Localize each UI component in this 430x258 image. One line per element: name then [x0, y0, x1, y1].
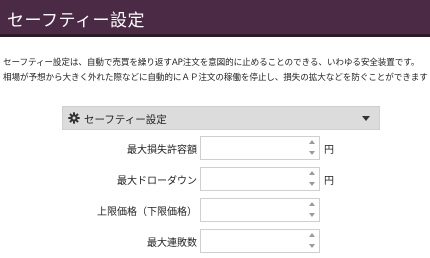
max-losing-streak-spinner	[306, 231, 318, 251]
max-loss-field	[200, 136, 320, 160]
price-limit-field	[200, 198, 320, 222]
max-drawdown-field	[200, 167, 320, 191]
max-loss-spinner	[306, 138, 318, 158]
panel-title: セーフティー設定	[84, 114, 167, 126]
description-line-2: 相場が予想から大きく外れた際などに自動的にＡＰ注文の稼働を停止し、損失の拡大など…	[3, 73, 428, 83]
increment-icon[interactable]	[306, 231, 318, 241]
max-loss-input[interactable]	[201, 137, 299, 159]
price-limit-input[interactable]	[201, 199, 299, 221]
max-loss-label: 最大損失許容額	[127, 145, 197, 156]
description-line-1: セーフティー設定は、自動で売買を繰り返すAP注文を意図的に止めることのできる、い…	[3, 58, 420, 68]
row-price-limit: 上限価格（下限価格）	[62, 198, 380, 222]
decrement-icon[interactable]	[306, 210, 318, 220]
max-losing-streak-input[interactable]	[201, 230, 299, 252]
max-drawdown-label: 最大ドローダウン	[117, 176, 197, 187]
collapse-arrow-icon[interactable]	[362, 116, 370, 121]
max-drawdown-unit: 円	[324, 176, 334, 187]
decrement-icon[interactable]	[306, 148, 318, 158]
panel-header[interactable]: セーフティー設定	[62, 106, 380, 130]
max-losing-streak-label: 最大連敗数	[147, 238, 197, 249]
max-drawdown-spinner	[306, 169, 318, 189]
increment-icon[interactable]	[306, 169, 318, 179]
row-max-losing-streak: 最大連敗数	[62, 229, 380, 253]
max-drawdown-input[interactable]	[201, 168, 299, 190]
gear-icon	[68, 112, 80, 124]
max-loss-unit: 円	[324, 145, 334, 156]
price-limit-spinner	[306, 200, 318, 220]
row-max-drawdown: 最大ドローダウン 円	[62, 167, 380, 191]
increment-icon[interactable]	[306, 138, 318, 148]
max-losing-streak-field	[200, 229, 320, 253]
row-max-loss: 最大損失許容額 円	[62, 136, 380, 160]
safety-settings-panel: セーフティー設定 最大損失許容額 円 最大ドローダウン 円 上限価格（下限価格）	[62, 106, 380, 258]
decrement-icon[interactable]	[306, 241, 318, 251]
decrement-icon[interactable]	[306, 179, 318, 189]
page-title: セーフティー設定	[7, 11, 145, 31]
price-limit-label: 上限価格（下限価格）	[97, 207, 197, 218]
page-header: セーフティー設定	[0, 0, 430, 37]
increment-icon[interactable]	[306, 200, 318, 210]
